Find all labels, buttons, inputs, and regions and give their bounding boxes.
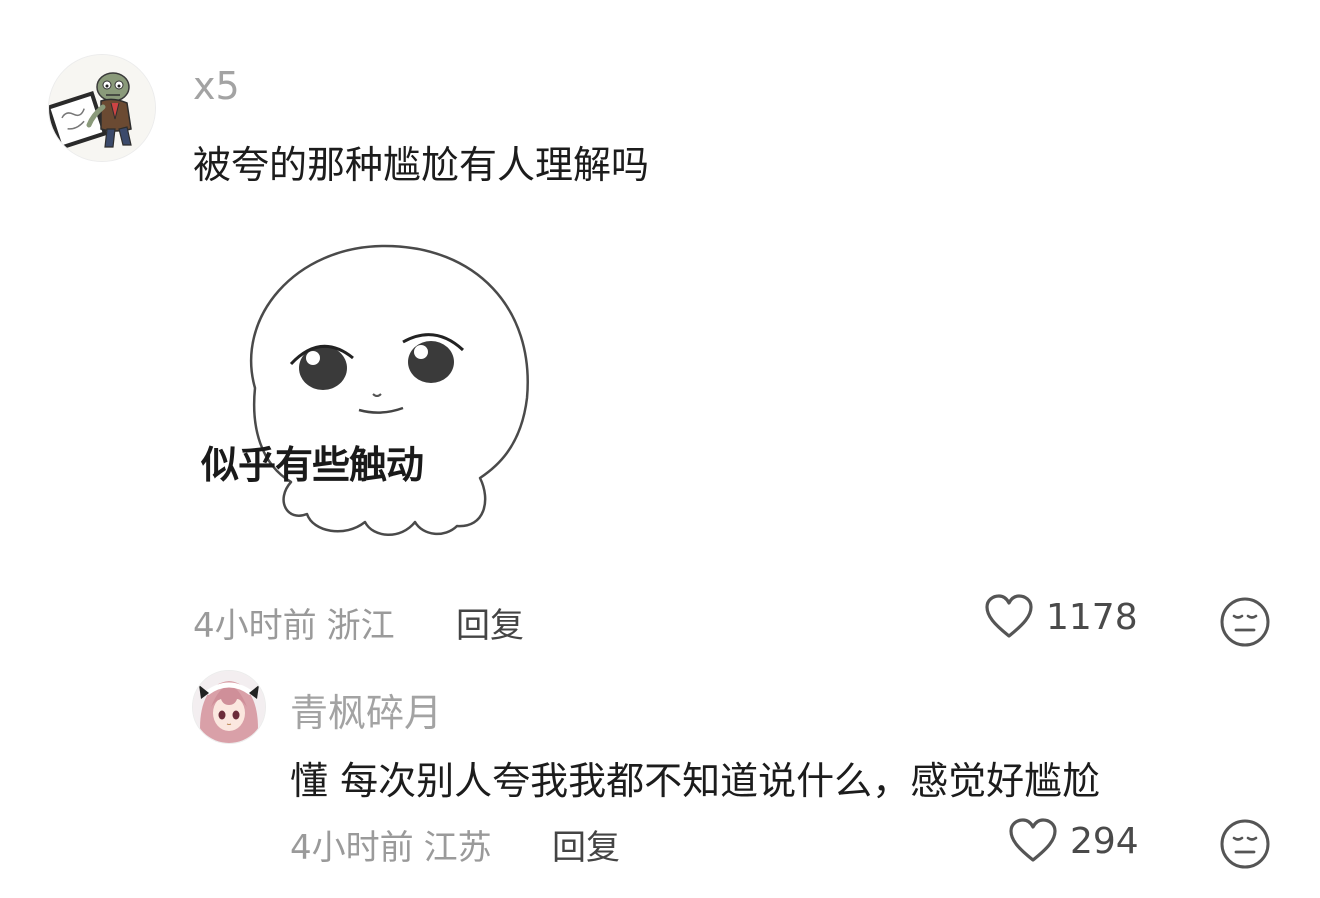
comment-thread: x5 被夸的那种尴尬有人理解吗 似乎有些触动 4小时前 浙江 回复 1178 青… — [0, 0, 1320, 898]
comment-text: 被夸的那种尴尬有人理解吗 — [193, 143, 650, 187]
comment-time: 4小时前 — [290, 828, 414, 868]
username[interactable]: 青枫碎月 — [290, 682, 442, 737]
reply-button[interactable]: 回复 — [456, 598, 524, 647]
heart-outline-icon — [985, 594, 1033, 638]
ghost-sticker-icon — [249, 244, 529, 536]
like-count: 1178 — [1046, 596, 1138, 638]
like-button[interactable]: 294 — [1008, 818, 1139, 864]
user-avatar[interactable] — [48, 54, 156, 162]
sticker-image[interactable]: 似乎有些触动 — [195, 238, 540, 543]
dislike-button[interactable] — [1219, 818, 1271, 874]
comment-time: 4小时前 — [193, 606, 317, 646]
reply-button[interactable]: 回复 — [552, 820, 620, 869]
comment-meta: 4小时前 浙江 — [193, 598, 395, 647]
anime-girl-avatar-icon — [193, 671, 265, 743]
like-count: 294 — [1070, 820, 1139, 862]
username[interactable]: x5 — [193, 64, 240, 108]
comment-meta: 4小时前 江苏 — [290, 820, 492, 869]
comment-location: 江苏 — [423, 828, 492, 868]
heart-outline-icon — [1009, 818, 1057, 862]
like-button[interactable]: 1178 — [984, 594, 1138, 640]
dislike-button[interactable] — [1219, 596, 1271, 652]
sticker-caption: 似乎有些触动 — [201, 443, 424, 487]
comment-location: 浙江 — [326, 606, 395, 646]
user-avatar[interactable] — [192, 670, 266, 744]
meh-face-icon — [1220, 819, 1270, 869]
comment-text: 懂 每次别人夸我我都不知道说什么，感觉好尴尬 — [290, 759, 1101, 803]
zombie-drawing-icon — [49, 55, 155, 161]
meh-face-icon — [1220, 597, 1270, 647]
